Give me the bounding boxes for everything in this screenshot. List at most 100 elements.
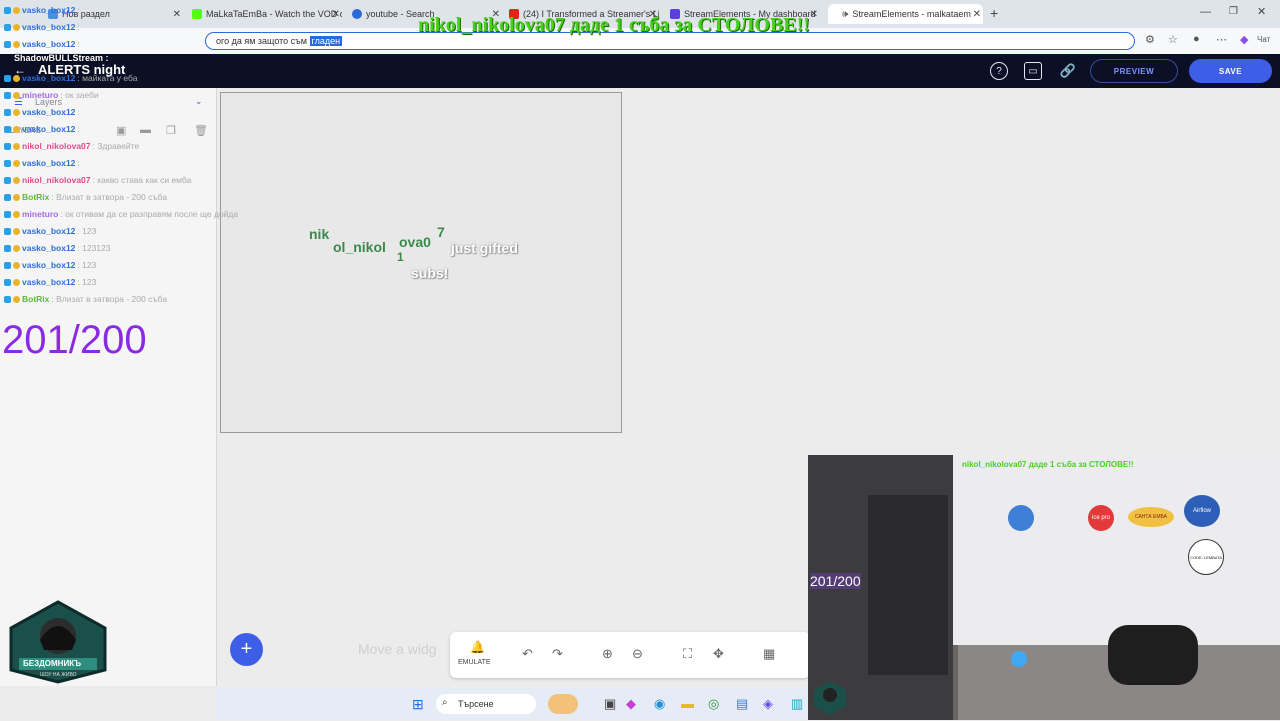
webcam-feed: nikol_nikolova07 даде 1 съба за СТОЛОВЕ!… — [808, 455, 1280, 720]
favorite-star-icon[interactable]: ☆ — [1168, 33, 1178, 46]
chat-message: vasko_box12: майката у еба — [4, 73, 137, 83]
chat-username: vasko_box12 — [22, 243, 76, 253]
webcam-logo — [812, 680, 848, 716]
bell-icon[interactable]: 🔔 — [470, 640, 485, 654]
chat-username: nikol_nikolova07 — [22, 175, 91, 185]
save-button[interactable]: SAVE — [1189, 59, 1272, 83]
widget-icon[interactable] — [548, 694, 578, 714]
file-explorer-icon[interactable]: ▬ — [681, 696, 694, 711]
alert-name-part: ova0 — [399, 234, 431, 250]
chat-emote-icon — [13, 244, 20, 252]
chat-message: vasko_box12: 123 — [4, 277, 96, 287]
chat-emote-icon — [13, 74, 20, 82]
emulate-button[interactable]: EMULATE — [458, 659, 491, 666]
overlay-canvas[interactable]: nik ol_nikol 1 ova0 7 just gifted subs! — [220, 92, 622, 433]
folder-plus-icon[interactable]: ▣ — [116, 124, 126, 137]
chat-emote-icon — [13, 125, 20, 133]
copilot-icon[interactable]: ◆ — [1240, 33, 1248, 46]
help-icon[interactable]: ? — [990, 62, 1008, 80]
chat-text: : — [77, 39, 80, 49]
chat-username: vasko_box12 — [22, 22, 76, 32]
teams-icon[interactable]: ◈ — [763, 696, 773, 712]
chat-badge-icon — [4, 74, 11, 82]
chat-text: : 123 — [77, 226, 97, 236]
close-icon[interactable]: ✕ — [173, 9, 181, 20]
chat-emote-icon — [13, 227, 20, 235]
chat-username: vasko_box12 — [22, 277, 76, 287]
fullscreen-icon[interactable]: ⛶ — [683, 646, 692, 662]
webcam-coat — [868, 495, 948, 675]
add-widget-button[interactable]: + — [230, 633, 263, 666]
profile-icon[interactable]: ● — [1193, 33, 1200, 45]
edge-icon[interactable]: ◉ — [654, 696, 665, 712]
window-close-icon[interactable]: ✕ — [1257, 5, 1266, 18]
screen-icon[interactable]: ▭ — [1024, 62, 1042, 80]
chat-badge-icon — [4, 295, 11, 303]
copilot-taskbar-icon[interactable]: ◆ — [626, 696, 636, 712]
grid-icon[interactable]: ▦ — [763, 646, 775, 662]
task-view-icon[interactable]: ▣ — [604, 696, 616, 712]
chat-emote-icon — [13, 40, 20, 48]
chat-text: : — [77, 5, 80, 15]
close-icon[interactable]: ✕ — [973, 9, 981, 20]
undo-icon[interactable]: ↶ — [522, 646, 533, 662]
link-icon[interactable]: 🔗 — [1059, 62, 1077, 80]
chat-message: nikol_nikolova07: Здравейте — [4, 141, 139, 151]
chat-label: Чат — [1257, 35, 1271, 44]
chat-message: vasko_box12: — [4, 5, 80, 15]
chat-message: vasko_box12: 123 — [4, 260, 96, 270]
chat-message: vasko_box12: — [4, 158, 80, 168]
chat-text: : — [77, 124, 80, 134]
close-icon[interactable]: ✕ — [810, 9, 818, 20]
chat-message: vasko_box12: — [4, 124, 80, 134]
logo-subtext: ШОУ НА ЖИВО — [40, 672, 77, 678]
folder-icon[interactable]: ▬ — [140, 124, 151, 136]
copy-icon[interactable]: ❐ — [166, 124, 176, 137]
store-icon[interactable]: ▤ — [736, 696, 748, 712]
chat-username: BotRix — [22, 192, 50, 202]
windows-start-icon[interactable]: ⊞ — [412, 696, 424, 713]
chat-message: vasko_box12: — [4, 39, 80, 49]
app-icon[interactable]: ▥ — [791, 696, 803, 712]
chat-username: vasko_box12 — [22, 39, 76, 49]
zoom-in-icon[interactable]: ⊕ — [602, 646, 613, 662]
chat-text: : ок заеби — [60, 90, 99, 100]
chevron-down-icon[interactable]: ⌄ — [195, 96, 203, 107]
chat-text: : — [77, 158, 80, 168]
chat-username: vasko_box12 — [22, 107, 76, 117]
preview-button[interactable]: PREVIEW — [1090, 59, 1178, 83]
chat-emote-icon — [13, 23, 20, 31]
chat-badge-icon — [4, 142, 11, 150]
redo-icon[interactable]: ↷ — [552, 646, 563, 662]
chat-username: vasko_box12 — [22, 5, 76, 15]
more-menu-icon[interactable]: ⋯ — [1216, 33, 1227, 46]
fit-screen-icon[interactable]: ✥ — [713, 646, 724, 662]
chat-emote-icon — [13, 176, 20, 184]
extension-icon[interactable]: ⚙ — [1145, 33, 1155, 46]
chrome-icon[interactable]: ◎ — [708, 696, 719, 712]
chat-badge-icon — [4, 210, 11, 218]
minimize-icon[interactable]: — — [1200, 6, 1211, 18]
chat-emote-icon — [13, 142, 20, 150]
trash-icon[interactable]: 🗑 — [194, 124, 208, 137]
chat-message: vasko_box12: — [4, 107, 80, 117]
close-icon[interactable]: ✕ — [332, 9, 340, 20]
alert-name-part: ol_nikol — [333, 239, 386, 255]
tab-active[interactable]: 🕪 StreamElements - malkataem ✕ — [828, 4, 983, 24]
chat-username: mineturo — [22, 209, 59, 219]
speaker-icon: 🕪 — [842, 8, 849, 20]
zoom-out-icon[interactable]: ⊖ — [632, 646, 643, 662]
chat-username: vasko_box12 — [22, 73, 76, 83]
chat-text: : Здравейте — [92, 141, 140, 151]
channel-logo: БЕЗДОМНИКЪ ШОУ НА ЖИВО — [7, 600, 109, 684]
new-tab-icon[interactable]: + — [990, 5, 998, 21]
chat-badge-icon — [4, 193, 11, 201]
taskbar-search[interactable]: Търсене — [436, 694, 536, 714]
tab-kick[interactable]: MaLkaTaEmBa - Watch the VOD o ✕ — [192, 4, 342, 24]
maximize-icon[interactable]: ❐ — [1229, 6, 1238, 17]
webcam-banner: nikol_nikolova07 даде 1 съба за СТОЛОВЕ!… — [962, 460, 1134, 469]
alert-name-part: 7 — [437, 224, 445, 240]
chat-badge-icon — [4, 244, 11, 252]
chat-text: : Влизат в затвора - 200 съба — [51, 294, 168, 304]
chat-username: vasko_box12 — [22, 158, 76, 168]
